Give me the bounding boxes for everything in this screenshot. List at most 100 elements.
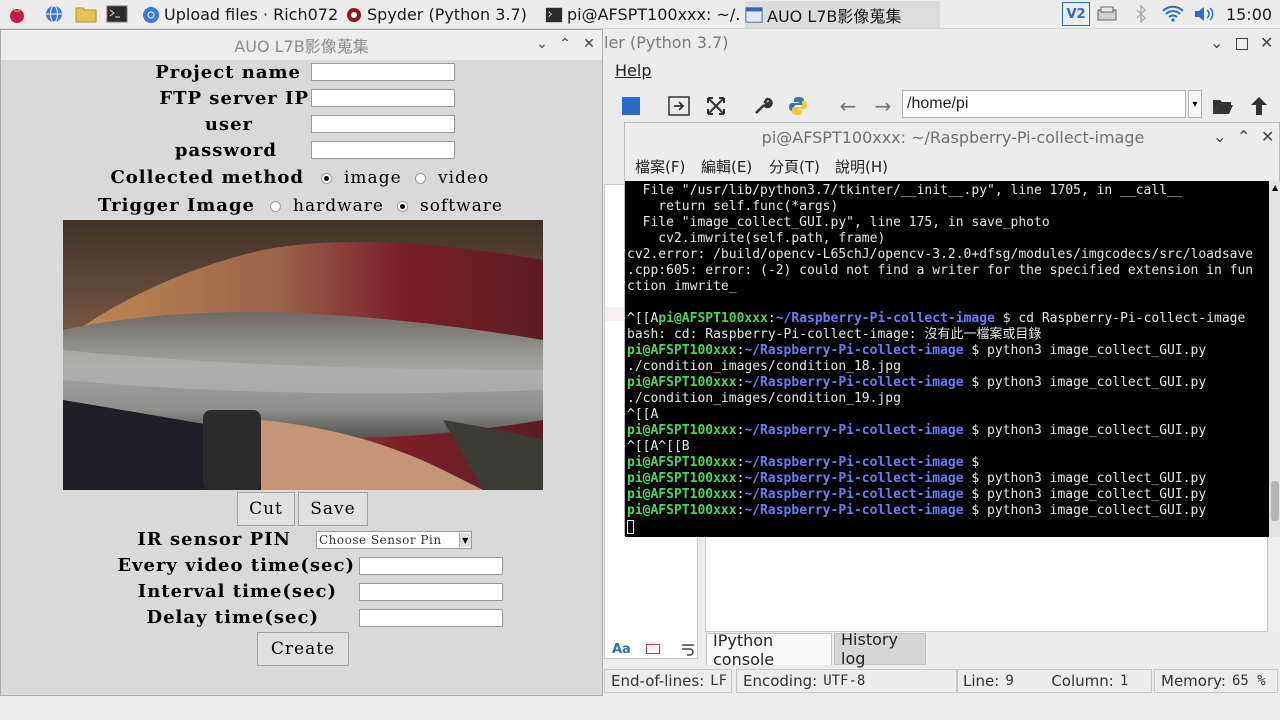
project-name-input[interactable] xyxy=(311,63,455,81)
interval-label: Interval time(sec) xyxy=(137,581,337,602)
spyder-statusbar: End-of-lines: LF Encoding: UTF-8 Line: 9 Col… xyxy=(600,667,1280,695)
radio-dot xyxy=(415,172,426,184)
password-input[interactable] xyxy=(311,141,455,159)
scroll-thumb[interactable] xyxy=(1271,481,1279,521)
ir-sensor-select[interactable]: Choose Sensor Pin ▼ xyxy=(316,531,472,549)
status-value: 1 xyxy=(1119,673,1129,689)
ftp-label: FTP server IP xyxy=(159,88,309,109)
volume-icon[interactable] xyxy=(1191,2,1217,26)
radio-image[interactable]: image xyxy=(321,168,402,188)
fullscreen-icon[interactable] xyxy=(703,93,729,119)
ftp-ip-input[interactable] xyxy=(311,89,455,107)
tab-history-log[interactable]: History log xyxy=(834,630,926,668)
terminal-line: pi@AFSPT100xxx:~/Raspberry-Pi-collect-im… xyxy=(627,503,1207,518)
options-icon[interactable] xyxy=(640,633,666,665)
terminal-titlebar: pi@AFSPT100xxx: ~/Raspberry-Pi-collect-i… xyxy=(625,123,1280,151)
status-value: LF xyxy=(710,673,728,689)
minimize-icon[interactable]: ⌄ xyxy=(533,35,551,53)
radio-label: image xyxy=(344,168,402,188)
stop-icon[interactable] xyxy=(618,93,644,119)
working-directory-input[interactable] xyxy=(902,90,1186,118)
task-label: pi@AFSPT100xxx: ~/... xyxy=(567,5,740,24)
chevron-up-icon[interactable]: ⌃ xyxy=(1237,127,1250,146)
globe-icon[interactable] xyxy=(43,3,65,25)
terminal-output[interactable]: File "/usr/lib/python3.7/tkinter/__init_… xyxy=(625,181,1269,537)
chevron-down-icon[interactable]: ⌄ xyxy=(1213,127,1226,146)
tab-label: History log xyxy=(841,630,898,668)
parent-dir-icon[interactable] xyxy=(1246,93,1272,119)
task-chromium[interactable]: Upload files · Rich072... xyxy=(142,1,337,28)
create-button[interactable]: Create xyxy=(257,632,349,666)
project-name-label: Project name xyxy=(155,62,301,83)
task-label: AUO L7B影像蒐集 xyxy=(767,6,902,26)
maximize-icon[interactable] xyxy=(1236,38,1248,50)
terminal-launcher-icon[interactable] xyxy=(106,3,128,25)
radio-software[interactable]: software xyxy=(397,196,503,216)
wrench-icon[interactable] xyxy=(750,93,776,119)
status-eol: End-of-lines: LF xyxy=(604,669,732,693)
task-terminal[interactable]: pi@AFSPT100xxx: ~/... xyxy=(545,1,740,28)
python-icon[interactable] xyxy=(785,93,811,119)
raspberry-menu-icon[interactable] xyxy=(6,3,28,25)
menu-help[interactable]: Help xyxy=(615,61,651,80)
vnc-icon[interactable]: V2 xyxy=(1062,2,1090,26)
terminal-line: pi@AFSPT100xxx:~/Raspberry-Pi-collect-im… xyxy=(627,487,1207,502)
tab-ipython-console[interactable]: IPython console xyxy=(706,631,832,669)
scroll-up-icon[interactable]: ▲ xyxy=(1272,183,1278,192)
user-label: user xyxy=(204,114,253,135)
device-icon[interactable] xyxy=(1095,2,1119,26)
terminal-line: File "/usr/lib/python3.7/tkinter/__init_… xyxy=(627,183,1183,198)
menu-help[interactable]: 說明(H) xyxy=(835,156,888,177)
user-input[interactable] xyxy=(311,115,455,133)
run-cell-icon[interactable] xyxy=(666,93,692,119)
terminal-icon xyxy=(545,6,563,24)
open-folder-icon[interactable] xyxy=(1210,93,1236,119)
maximize-icon[interactable]: ⌃ xyxy=(556,35,574,53)
ipython-console-area[interactable] xyxy=(705,534,1268,632)
path-dropdown-icon[interactable]: ▾ xyxy=(1188,90,1202,118)
folder-icon[interactable] xyxy=(75,3,97,25)
ir-sensor-label: IR sensor PIN xyxy=(137,529,291,550)
radio-label: video xyxy=(438,168,490,188)
task-label: Upload files · Rich072... xyxy=(164,5,337,24)
tk-app-window: AUO L7B影像蒐集 ⌄ ⌃ ✕ Project name FTP serve… xyxy=(0,29,603,696)
save-button[interactable]: Save xyxy=(298,492,368,526)
cut-button[interactable]: Cut xyxy=(237,492,295,526)
close-icon[interactable]: ✕ xyxy=(580,35,598,53)
delay-input[interactable] xyxy=(359,609,503,627)
clock: 15:00 xyxy=(1222,2,1276,26)
radio-hardware[interactable]: hardware xyxy=(270,196,384,216)
font-icon[interactable]: Aa xyxy=(606,633,637,665)
tk-window-icon xyxy=(745,6,763,24)
video-time-input[interactable] xyxy=(359,557,503,575)
chevron-down-icon[interactable]: ⌄ xyxy=(1210,33,1223,52)
back-arrow-icon[interactable]: ← xyxy=(835,93,861,119)
terminal-line: return self.func(*args) xyxy=(627,199,839,214)
wifi-icon[interactable] xyxy=(1160,2,1186,26)
collected-method-label: Collected method xyxy=(110,167,304,188)
delay-label: Delay time(sec) xyxy=(146,607,319,628)
close-icon[interactable]: ✕ xyxy=(1260,33,1273,52)
status-position: Line: 9 Column: 1 xyxy=(956,669,1152,693)
menu-tabs[interactable]: 分頁(T) xyxy=(769,156,820,177)
spyder-titlebar: ler (Python 3.7) ⌄ ✕ xyxy=(600,29,1280,56)
task-spyder[interactable]: Spyder (Python 3.7) xyxy=(345,1,540,28)
bluetooth-icon[interactable] xyxy=(1130,2,1152,26)
task-tk-app[interactable]: AUO L7B影像蒐集 xyxy=(745,1,940,28)
menu-file[interactable]: 檔案(F) xyxy=(635,156,685,177)
wrap-icon[interactable] xyxy=(674,633,702,665)
radio-label: hardware xyxy=(293,196,384,216)
terminal-scrollbar[interactable]: ▲ xyxy=(1269,181,1280,537)
vnc-label: V2 xyxy=(1066,6,1086,22)
chevron-down-icon[interactable]: ▼ xyxy=(459,533,471,547)
radio-dot xyxy=(321,172,332,184)
console-scrollbar[interactable] xyxy=(1268,534,1280,632)
status-label: Memory: xyxy=(1161,672,1226,690)
menu-edit[interactable]: 編輯(E) xyxy=(701,156,752,177)
terminal-line: pi@AFSPT100xxx:~/Raspberry-Pi-collect-im… xyxy=(627,343,1207,358)
radio-video[interactable]: video xyxy=(415,168,489,188)
forward-arrow-icon[interactable]: → xyxy=(870,93,896,119)
interval-input[interactable] xyxy=(359,583,503,601)
terminal-line: .cpp:605: error: (-2) could not find a w… xyxy=(627,263,1254,278)
close-icon[interactable]: ✕ xyxy=(1261,127,1274,146)
